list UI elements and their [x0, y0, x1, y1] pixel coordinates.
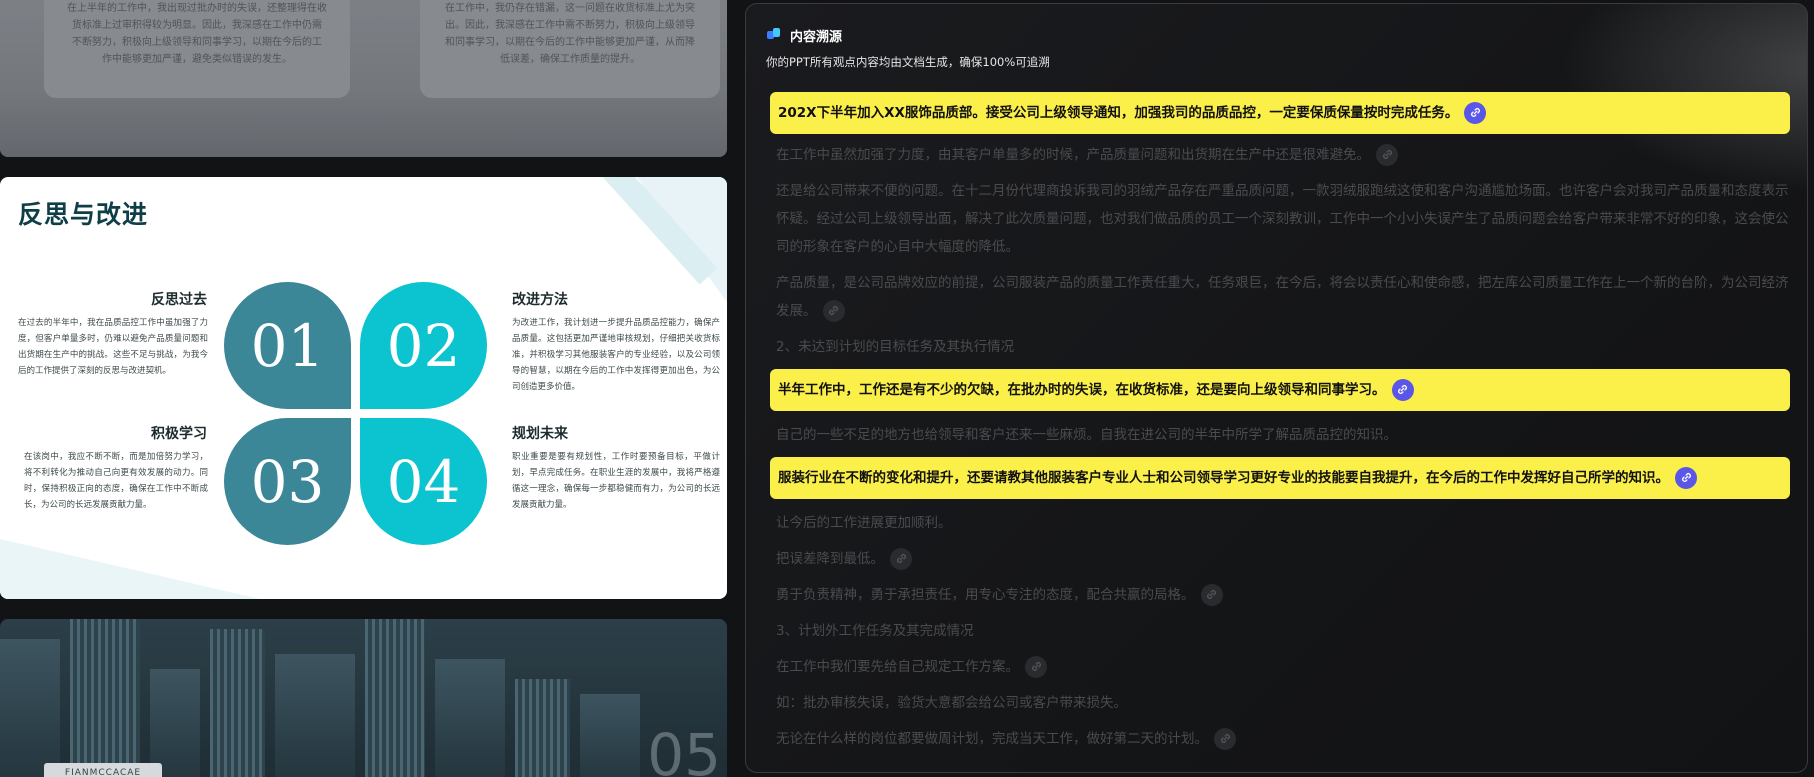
card-line: 货标准上过审积得较为明显。因此，我深感在工作中仍需 — [72, 20, 322, 31]
panel-title: 内容溯源 — [790, 30, 843, 45]
section-body-plan: 职业重要是要有规划性，工作时要预备目标，平做计划，早点完成任务。在职业生涯的发展… — [512, 452, 720, 510]
building — [210, 629, 265, 777]
section-body-reflect: 在过去的半年中，我在品质品控工作中虽加强了力度，但客户单量多时，仍难以避免产品质… — [18, 318, 208, 376]
source-row-highlighted[interactable]: 半年工作中，工作还是有不少的欠缺，在批办时的失误，在收货标准，还是要向上级领导和… — [770, 369, 1790, 411]
link-icon[interactable] — [1214, 727, 1236, 750]
link-icon[interactable] — [822, 299, 845, 322]
source-text: 半年工作中，工作还是有不少的欠缺，在批办时的失误，在收货标准，还是要向上级领导和… — [778, 382, 1386, 398]
link-icon[interactable] — [1025, 655, 1047, 678]
source-text: 202X下半年加入XX服饰品质部。接受公司上级领导通知，加强我司的品质品控，一定… — [778, 105, 1459, 121]
slide-text-card-left: 在上半年的工作中，我出现过批办时的失误，还整理得在收 货标准上过审积得较为明显。… — [44, 0, 350, 98]
link-icon[interactable] — [1376, 143, 1398, 166]
source-row[interactable]: 在工作中虽然加强了力度，由其客户单量多的时候，产品质量问题和出货期在生产中还是很… — [776, 141, 1796, 169]
content-source-panel: 内容溯源 你的PPT所有观点内容均由文档生成，确保100%可追溯 202X下半年… — [745, 3, 1808, 773]
section-heading-plan: 规划未来 — [512, 426, 568, 442]
decorative-triangle-bottom — [0, 539, 260, 599]
source-list: 202X下半年加入XX服饰品质部。接受公司上级领导通知，加强我司的品质品控，一定… — [770, 88, 1796, 761]
link-icon[interactable] — [1391, 378, 1414, 401]
slide-thumbnail-previous[interactable]: 在上半年的工作中，我出现过批办时的失误，还整理得在收 货标准上过审积得较为明显。… — [0, 0, 727, 157]
building — [150, 669, 200, 777]
source-text: 服装行业在不断的变化和提升，还要请教其他服装客户专业人士和公司领导学习更好专业的… — [778, 470, 1669, 486]
slide-title: 反思与改进 — [18, 200, 149, 229]
section-body-improve: 为改进工作，我计划进一步提升品质品控能力，确保产品质量。这包括更加严谨地审核规划… — [512, 318, 720, 392]
source-row[interactable]: 自己的一些不足的地方也给领导和客户还来一些麻烦。自我在进公司的半年中所学了解品质… — [776, 421, 1796, 449]
app-root: 在上半年的工作中，我出现过批办时的失误，还整理得在收 货标准上过审积得较为明显。… — [0, 0, 1814, 777]
slide-section-number: 05 — [647, 721, 721, 777]
source-row[interactable]: 如：批办审核失误，验货大意都会给公司或客户带来损失。 — [776, 689, 1796, 717]
source-text: 还是给公司带来不便的问题。在十二月份代理商投诉我司的羽绒产品存在严重品质问题，一… — [776, 183, 1789, 255]
petal-03: 03 — [224, 418, 351, 545]
panel-subtitle: 你的PPT所有观点内容均由文档生成，确保100%可追溯 — [766, 55, 1050, 69]
section-heading-improve: 改进方法 — [512, 292, 568, 308]
source-row[interactable]: 在工作中我们要先给自己规定工作方案。 — [776, 653, 1796, 681]
source-row[interactable]: 让今后的工作进展更加顺利。 — [776, 509, 1796, 537]
card-line: 在上半年的工作中，我出现过批办时的失误，还整理得在收 — [67, 3, 327, 14]
section-heading-learn: 积极学习 — [151, 426, 207, 442]
building — [365, 619, 425, 777]
building — [435, 659, 505, 777]
building-sign: FIANMCCACAE — [44, 763, 162, 777]
link-icon[interactable] — [1464, 101, 1487, 124]
source-row[interactable]: 产品质量，是公司品牌效应的前提，公司服装产品的质量工作责任重大，任务艰巨，在今后… — [776, 269, 1796, 325]
source-text: 让今后的工作进展更加顺利。 — [776, 515, 952, 531]
panel-header: 内容溯源 — [766, 26, 842, 45]
source-row-highlighted[interactable]: 服装行业在不断的变化和提升，还要请教其他服装客户专业人士和公司领导学习更好专业的… — [770, 457, 1790, 499]
slide-thumbnail-selected[interactable]: 反思与改进 反思过去 在过去的半年中，我在品质品控工作中虽加强了力度，但客户单量… — [0, 177, 727, 599]
source-text: 无论在什么样的岗位都要做周计划，完成当天工作，做好第二天的计划。 — [776, 731, 1208, 747]
petal-02: 02 — [360, 282, 487, 409]
source-row[interactable]: 2、未达到计划的目标任务及其执行情况 — [776, 333, 1796, 361]
source-row[interactable]: 还是给公司带来不便的问题。在十二月份代理商投诉我司的羽绒产品存在严重品质问题，一… — [776, 177, 1796, 261]
card-line: 低误差，确保工作质量的提升。 — [500, 54, 640, 65]
building — [70, 619, 140, 777]
source-icon — [766, 26, 782, 45]
card-line: 出。因此，我深感在工作中需不断努力，积极向上级领导 — [445, 20, 695, 31]
slide-text-card-right: 在工作中，我仍存在错漏，这一问题在收货标准上尤为突 出。因此，我深感在工作中需不… — [420, 0, 720, 98]
section-body-learn: 在该岗中，我应不断不断，而是加倍努力学习，将不利转化为推动自己向更有效发展的动力… — [24, 452, 208, 510]
card-line: 在工作中，我仍存在错漏，这一问题在收货标准上尤为突 — [445, 3, 695, 14]
source-row[interactable]: 把误差降到最低。 — [776, 545, 1796, 573]
petal-01: 01 — [224, 282, 351, 409]
section-heading-reflect: 反思过去 — [151, 292, 207, 308]
link-icon[interactable] — [1200, 583, 1223, 606]
source-text: 自己的一些不足的地方也给领导和客户还来一些麻烦。自我在进公司的半年中所学了解品质… — [776, 427, 1397, 443]
petal-04: 04 — [360, 418, 487, 545]
building — [275, 654, 355, 777]
link-icon[interactable] — [1675, 466, 1697, 489]
link-icon[interactable] — [890, 547, 912, 570]
card-line: 和同事学习，以期在今后的工作中能够更加严谨，从而降 — [445, 37, 695, 48]
source-text: 2、未达到计划的目标任务及其执行情况 — [776, 339, 1015, 355]
slide-thumbnail-next[interactable]: FIANMCCACAE 05 — [0, 619, 727, 777]
building — [515, 679, 570, 777]
source-text: 在工作中虽然加强了力度，由其客户单量多的时候，产品质量问题和出货期在生产中还是很… — [776, 147, 1370, 163]
building — [0, 639, 60, 777]
source-row[interactable]: 勇于负责精神，勇于承担责任，用专心专注的态度，配合共赢的局格。 — [776, 581, 1796, 609]
source-text: 3、计划外工作任务及其完成情况 — [776, 623, 974, 639]
source-text: 在工作中我们要先给自己规定工作方案。 — [776, 659, 1019, 675]
card-line: 作中能够更加严谨，避免类似错误的发生。 — [102, 54, 292, 65]
source-row[interactable]: 无论在什么样的岗位都要做周计划，完成当天工作，做好第二天的计划。 — [776, 725, 1796, 753]
source-text: 产品质量，是公司品牌效应的前提，公司服装产品的质量工作责任重大，任务艰巨，在今后… — [776, 275, 1789, 319]
source-row[interactable]: 3、计划外工作任务及其完成情况 — [776, 617, 1796, 645]
source-row-highlighted[interactable]: 202X下半年加入XX服饰品质部。接受公司上级领导通知，加强我司的品质品控，一定… — [770, 92, 1790, 134]
card-line: 不断努力，积极向上级领导和同事学习，以期在今后的工 — [72, 37, 322, 48]
building — [580, 694, 640, 777]
source-text: 把误差降到最低。 — [776, 551, 884, 567]
source-text: 勇于负责精神，勇于承担责任，用专心专注的态度，配合共赢的局格。 — [776, 587, 1195, 603]
source-text: 如：批办审核失误，验货大意都会给公司或客户带来损失。 — [776, 695, 1127, 711]
